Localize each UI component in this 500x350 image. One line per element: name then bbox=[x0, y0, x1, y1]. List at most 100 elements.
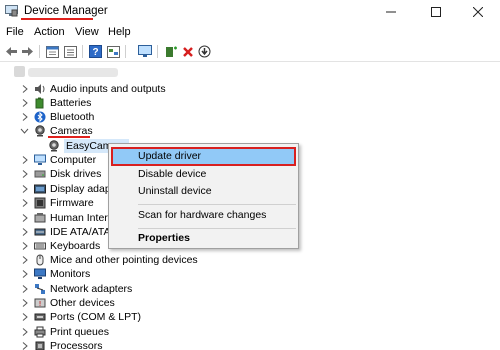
toolbar-separator bbox=[39, 45, 40, 58]
network-icon bbox=[35, 284, 45, 294]
tree-item-network-adapters[interactable]: Network adapters bbox=[0, 282, 500, 296]
chevron-right-icon[interactable] bbox=[20, 284, 29, 294]
download-icon bbox=[198, 45, 211, 58]
printer-icon bbox=[34, 326, 46, 338]
svg-text:?: ? bbox=[92, 47, 98, 58]
toolbar-separator bbox=[125, 45, 126, 58]
tree-view-button[interactable] bbox=[106, 44, 121, 59]
chevron-right-icon[interactable] bbox=[20, 98, 29, 108]
chevron-right-icon[interactable] bbox=[20, 255, 29, 265]
tree-item-batteries[interactable]: Batteries bbox=[0, 96, 500, 110]
tree-item-label: Keyboards bbox=[50, 240, 101, 252]
menu-view[interactable]: View bbox=[75, 26, 99, 38]
firmware-icon bbox=[34, 197, 46, 209]
properties-icon bbox=[46, 45, 59, 58]
tree-item-label: Monitors bbox=[50, 268, 91, 280]
tree-item-label: Print queues bbox=[50, 326, 109, 338]
battery-icon bbox=[35, 97, 44, 109]
chevron-right-icon[interactable] bbox=[20, 327, 29, 337]
tree-item-label: Disk drives bbox=[50, 168, 102, 180]
tree-item-label: Processors bbox=[50, 340, 103, 350]
forward-arrow-icon bbox=[22, 47, 33, 56]
context-menu: Update driver Disable device Uninstall d… bbox=[108, 143, 299, 249]
chevron-right-icon[interactable] bbox=[20, 112, 29, 122]
add-driver-icon bbox=[166, 46, 177, 57]
ide-icon bbox=[34, 228, 46, 236]
chevron-right-icon[interactable] bbox=[20, 227, 29, 237]
tree-item-label: Mice and other pointing devices bbox=[50, 254, 198, 266]
uninstall-device-menu-item[interactable]: Uninstall device bbox=[111, 182, 296, 201]
forward-button[interactable] bbox=[20, 44, 35, 59]
maximize-button[interactable] bbox=[414, 0, 458, 24]
properties-button[interactable] bbox=[45, 44, 60, 59]
tree-item-print-queues[interactable]: Print queues bbox=[0, 325, 500, 339]
tree-item-other-devices[interactable]: ! Other devices bbox=[0, 296, 500, 310]
chevron-right-icon[interactable] bbox=[20, 184, 29, 194]
processor-icon bbox=[35, 341, 45, 350]
bluetooth-icon bbox=[34, 111, 46, 123]
maximize-icon bbox=[431, 7, 441, 17]
speaker-icon bbox=[35, 84, 45, 94]
toolbar-separator bbox=[157, 45, 158, 58]
chevron-right-icon[interactable] bbox=[20, 213, 29, 223]
chevron-right-icon[interactable] bbox=[20, 298, 29, 308]
list-view-button[interactable] bbox=[63, 44, 78, 59]
toolbar-separator bbox=[82, 45, 83, 58]
disk-icon bbox=[34, 170, 46, 178]
webcam-icon bbox=[49, 140, 59, 152]
chevron-right-icon[interactable] bbox=[20, 341, 29, 350]
close-button[interactable] bbox=[456, 0, 500, 24]
tree-item-mice-and-other-pointing-devices[interactable]: Mice and other pointing devices bbox=[0, 253, 500, 267]
uninstall-button[interactable] bbox=[180, 44, 195, 59]
update-button[interactable] bbox=[197, 44, 212, 59]
uninstall-icon bbox=[182, 46, 193, 57]
menu-action[interactable]: Action bbox=[34, 26, 65, 38]
minimize-button[interactable] bbox=[369, 0, 413, 24]
tree-item-label: Human Interfa bbox=[50, 212, 117, 224]
mouse-icon bbox=[36, 254, 44, 266]
port-icon bbox=[34, 313, 46, 321]
computer-root-icon bbox=[14, 66, 25, 77]
tree-item-audio-inputs-and-outputs[interactable]: Audio inputs and outputs bbox=[0, 82, 500, 96]
tree-item-ports-com-lpt[interactable]: Ports (COM & LPT) bbox=[0, 310, 500, 324]
menu-help[interactable]: Help bbox=[108, 26, 131, 38]
tree-item-monitors[interactable]: Monitors bbox=[0, 267, 500, 281]
menu-file[interactable]: File bbox=[6, 26, 24, 38]
chevron-down-icon[interactable] bbox=[20, 126, 29, 136]
help-icon: ? bbox=[89, 45, 102, 58]
computer-icon bbox=[34, 154, 46, 165]
keyboard-icon bbox=[34, 242, 46, 250]
menu-bar: File Action View Help bbox=[0, 24, 500, 41]
tree-item-label: Audio inputs and outputs bbox=[50, 83, 166, 95]
chevron-right-icon[interactable] bbox=[20, 241, 29, 251]
svg-text:!: ! bbox=[39, 300, 42, 308]
update-driver-menu-item[interactable]: Update driver bbox=[111, 147, 296, 166]
tree-item-label: Other devices bbox=[50, 297, 115, 309]
back-arrow-icon bbox=[6, 47, 17, 56]
camera-icon bbox=[35, 125, 45, 137]
tree-item-label: Firmware bbox=[50, 197, 94, 209]
tree-item-label: Network adapters bbox=[50, 283, 133, 295]
other-device-icon: ! bbox=[34, 298, 46, 308]
properties-menu-item[interactable]: Properties bbox=[111, 229, 296, 248]
hid-icon bbox=[34, 213, 46, 223]
chevron-right-icon[interactable] bbox=[20, 312, 29, 322]
scan-monitor-icon bbox=[137, 45, 152, 57]
add-driver-button[interactable] bbox=[164, 44, 179, 59]
chevron-right-icon[interactable] bbox=[20, 198, 29, 208]
chevron-right-icon[interactable] bbox=[20, 155, 29, 165]
title-bar: Device Manager bbox=[0, 0, 500, 24]
toolbar: ? bbox=[0, 41, 500, 62]
chevron-right-icon[interactable] bbox=[20, 169, 29, 179]
window-title: Device Manager bbox=[24, 5, 108, 17]
tree-item-processors[interactable]: Processors bbox=[0, 339, 500, 350]
tree-item-label: Ports (COM & LPT) bbox=[50, 311, 142, 323]
scan-hardware-button[interactable] bbox=[137, 44, 152, 59]
help-button[interactable]: ? bbox=[88, 44, 103, 59]
device-manager-icon bbox=[5, 5, 18, 17]
scan-hardware-menu-item[interactable]: Scan for hardware changes bbox=[111, 206, 296, 225]
back-button[interactable] bbox=[4, 44, 19, 59]
chevron-right-icon[interactable] bbox=[20, 269, 29, 279]
tree-item-bluetooth[interactable]: Bluetooth bbox=[0, 110, 500, 124]
chevron-right-icon[interactable] bbox=[20, 84, 29, 94]
